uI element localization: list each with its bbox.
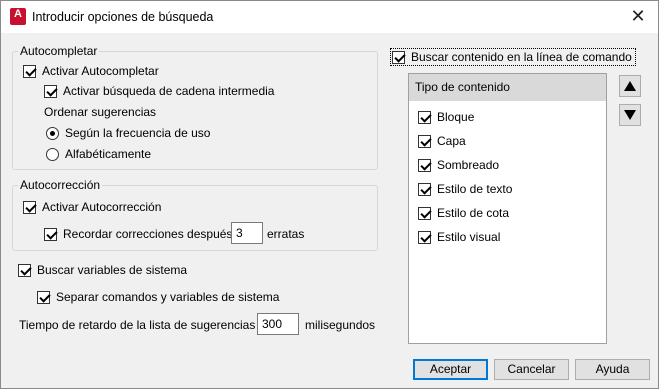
radio-frecuencia-uso[interactable]: Según la frecuencia de uso bbox=[46, 126, 210, 140]
checkbox-check-icon bbox=[418, 158, 431, 172]
checkbox-check-icon bbox=[418, 206, 431, 220]
move-down-button[interactable] bbox=[619, 104, 641, 126]
checkbox-check-icon bbox=[418, 182, 431, 196]
list-item-label: Sombreado bbox=[437, 158, 500, 172]
retardo-unit-label: milisegundos bbox=[305, 318, 376, 332]
list-item[interactable]: Estilo de cota bbox=[418, 206, 509, 220]
checkbox-check-icon bbox=[392, 50, 405, 64]
radio-empty-icon bbox=[46, 147, 59, 161]
autocorreccion-group-label: Autocorrección bbox=[18, 178, 103, 192]
ordenar-sugerencias-label: Ordenar sugerencias bbox=[44, 105, 157, 119]
arrow-down-icon bbox=[624, 110, 636, 120]
radio-dot-icon bbox=[46, 126, 59, 140]
list-item-label: Bloque bbox=[437, 110, 475, 124]
erratas-input[interactable]: 3 bbox=[231, 222, 263, 244]
ayuda-button[interactable]: Ayuda bbox=[575, 359, 650, 380]
retardo-label: Tiempo de retardo de la lista de sugeren… bbox=[19, 318, 256, 332]
list-item[interactable]: Bloque bbox=[418, 110, 474, 124]
radio-alfabetico-label: Alfabéticamente bbox=[65, 147, 152, 161]
checkbox-check-icon bbox=[23, 200, 36, 214]
list-item[interactable]: Estilo visual bbox=[418, 230, 500, 244]
checkbox-check-icon bbox=[418, 110, 431, 124]
checkbox-check-icon bbox=[18, 263, 31, 277]
move-up-button[interactable] bbox=[619, 75, 641, 97]
list-item-label: Capa bbox=[437, 134, 466, 148]
tipo-contenido-header: Tipo de contenido bbox=[409, 74, 606, 101]
checkbox-check-icon bbox=[44, 84, 57, 98]
list-item[interactable]: Sombreado bbox=[418, 158, 499, 172]
list-item-label: Estilo visual bbox=[437, 230, 501, 244]
activar-autocorreccion-label: Activar Autocorrección bbox=[42, 200, 162, 214]
buscar-contenido-label: Buscar contenido en la línea de comando bbox=[411, 50, 632, 64]
checkbox-check-icon bbox=[44, 227, 57, 241]
checkbox-check-icon bbox=[418, 230, 431, 244]
list-item-label: Estilo de cota bbox=[437, 206, 510, 220]
window-title: Introducir opciones de búsqueda bbox=[32, 10, 214, 24]
tipo-contenido-list: Tipo de contenido Bloque Capa Sombreado … bbox=[408, 73, 607, 344]
buscar-variables-label: Buscar variables de sistema bbox=[37, 263, 188, 277]
list-item[interactable]: Capa bbox=[418, 134, 466, 148]
radio-alfabeticamente[interactable]: Alfabéticamente bbox=[46, 147, 151, 161]
separar-comandos-label: Separar comandos y variables de sistema bbox=[56, 290, 280, 304]
cadena-intermedia-checkbox[interactable]: Activar búsqueda de cadena intermedia bbox=[44, 84, 274, 98]
radio-frecuencia-label: Según la frecuencia de uso bbox=[65, 126, 211, 140]
close-icon[interactable]: ✕ bbox=[618, 1, 658, 33]
arrow-up-icon bbox=[624, 81, 636, 91]
recordar-correcciones-checkbox[interactable]: Recordar correcciones después bbox=[44, 227, 232, 241]
buscar-contenido-checkbox[interactable]: Buscar contenido en la línea de comando bbox=[390, 48, 636, 66]
checkbox-check-icon bbox=[23, 64, 36, 78]
title-bar: A Introducir opciones de búsqueda ✕ bbox=[1, 1, 658, 33]
erratas-label: erratas bbox=[267, 227, 305, 241]
list-item[interactable]: Estilo de texto bbox=[418, 182, 512, 196]
search-options-dialog: A Introducir opciones de búsqueda ✕ Auto… bbox=[0, 0, 659, 389]
retardo-input[interactable]: 300 bbox=[257, 313, 299, 335]
activar-autocorreccion-checkbox[interactable]: Activar Autocorrección bbox=[23, 200, 161, 214]
recordar-correcciones-label: Recordar correcciones después bbox=[63, 227, 233, 241]
autocad-app-icon: A bbox=[10, 8, 26, 25]
aceptar-button[interactable]: Aceptar bbox=[413, 359, 488, 380]
buscar-variables-checkbox[interactable]: Buscar variables de sistema bbox=[18, 263, 187, 277]
autocorreccion-group: Autocorrección bbox=[12, 178, 378, 251]
activar-autocompletar-checkbox[interactable]: Activar Autocompletar bbox=[23, 64, 159, 78]
checkbox-check-icon bbox=[418, 134, 431, 148]
cancelar-button[interactable]: Cancelar bbox=[494, 359, 569, 380]
activar-autocompletar-label: Activar Autocompletar bbox=[42, 64, 159, 78]
app-icon-letter: A bbox=[14, 8, 22, 20]
checkbox-check-icon bbox=[37, 290, 50, 304]
separar-comandos-checkbox[interactable]: Separar comandos y variables de sistema bbox=[37, 290, 279, 304]
cadena-intermedia-label: Activar búsqueda de cadena intermedia bbox=[63, 84, 275, 98]
list-item-label: Estilo de texto bbox=[437, 182, 513, 196]
autocompletar-group-label: Autocompletar bbox=[18, 44, 100, 58]
